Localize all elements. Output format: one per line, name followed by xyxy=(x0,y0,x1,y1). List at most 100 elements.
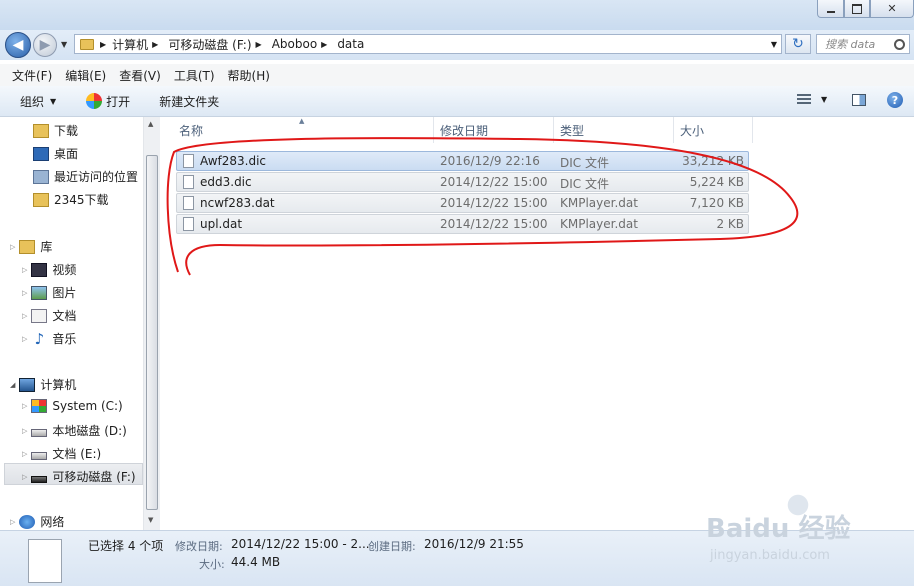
desktop-icon xyxy=(33,146,49,161)
file-name: upl.dat xyxy=(200,217,243,231)
file-type: KMPlayer.dat xyxy=(560,196,638,210)
nav-item-desktop[interactable]: 桌面 xyxy=(33,145,78,162)
expand-icon: ▷ xyxy=(22,402,28,410)
file-modified: 2014/12/22 15:00 xyxy=(440,196,548,210)
baidu-watermark: Baidu 经验 jingyan.baidu.com xyxy=(696,488,908,578)
view-list-icon xyxy=(797,94,811,105)
file-row[interactable]: Awf283.dic 2016/12/9 22:16 DIC 文件 33,212… xyxy=(176,151,749,171)
file-row[interactable]: ncwf283.dat 2014/12/22 15:00 KMPlayer.da… xyxy=(176,193,749,213)
created-value: 2016/12/9 21:55 xyxy=(424,537,524,551)
organize-button[interactable]: 组织 ▼ xyxy=(20,93,56,110)
chevron-down-icon: ▼ xyxy=(821,95,828,104)
menu-help[interactable]: 帮助(H) xyxy=(228,67,270,84)
file-type: DIC 文件 xyxy=(560,156,609,170)
expand-icon: ▷ xyxy=(22,334,28,343)
created-label: 创建日期: xyxy=(368,540,416,553)
downloads-folder-icon xyxy=(33,123,49,138)
file-row[interactable]: upl.dat 2014/12/22 15:00 KMPlayer.dat 2 … xyxy=(176,214,749,234)
nav-item-videos[interactable]: ▷ 视频 xyxy=(22,261,76,278)
nav-item-music[interactable]: ▷ ♪ 音乐 xyxy=(22,330,76,347)
file-size: 2 KB xyxy=(716,217,744,231)
breadcrumb-separator-icon: ▶ xyxy=(100,39,107,49)
breadcrumb-computer[interactable]: 计算机 ▶ xyxy=(112,36,164,53)
computer-icon xyxy=(19,377,36,392)
help-button[interactable]: ? xyxy=(887,92,903,108)
back-button[interactable]: ◀ xyxy=(5,32,31,58)
file-size: 7,120 KB xyxy=(689,196,744,210)
expand-icon: ▷ xyxy=(10,517,16,526)
breadcrumb-aboboo[interactable]: Aboboo ▶ xyxy=(272,37,334,51)
nav-item-documents[interactable]: ▷ 文档 xyxy=(22,307,76,324)
watermark-brand: Baidu 经验 xyxy=(706,514,851,544)
file-name: edd3.dic xyxy=(200,175,252,189)
kmplayer-icon xyxy=(86,93,103,109)
breadcrumb-data[interactable]: data xyxy=(337,37,364,51)
search-icon xyxy=(894,38,905,50)
refresh-button[interactable]: ↻ xyxy=(785,34,811,54)
nav-item-recent-places[interactable]: 最近访问的位置 xyxy=(33,168,138,185)
removable-drive-icon xyxy=(31,475,48,483)
menu-file[interactable]: 文件(F) xyxy=(12,67,52,84)
close-button[interactable]: ✕ xyxy=(870,0,914,18)
nav-item-drive-d[interactable]: ▷ 本地磁盘 (D:) xyxy=(22,422,127,439)
file-row[interactable]: edd3.dic 2014/12/22 15:00 DIC 文件 5,224 K… xyxy=(176,172,749,192)
nav-item-libraries[interactable]: ▷ 库 xyxy=(10,238,52,255)
column-header-size[interactable]: 大小 xyxy=(674,117,753,143)
search-placeholder: 搜索 data xyxy=(825,38,876,51)
expand-icon: ▷ xyxy=(22,472,28,481)
preview-pane-button[interactable] xyxy=(852,94,866,106)
help-icon: ? xyxy=(891,93,899,107)
pictures-library-icon xyxy=(31,285,48,300)
file-icon xyxy=(183,154,194,168)
navigation-scrollbar[interactable]: ▲ ▼ xyxy=(143,117,160,530)
hard-drive-icon xyxy=(31,428,48,437)
close-icon: ✕ xyxy=(887,2,897,15)
menu-edit[interactable]: 编辑(E) xyxy=(65,67,106,84)
watermark-url: jingyan.baidu.com xyxy=(710,548,830,563)
nav-item-pictures[interactable]: ▷ 图片 xyxy=(22,284,76,301)
expand-icon: ▷ xyxy=(22,265,28,274)
file-modified: 2014/12/22 15:00 xyxy=(440,217,548,231)
address-history-dropdown[interactable]: ▼ xyxy=(771,40,777,49)
recent-places-icon xyxy=(33,169,49,184)
nav-item-network[interactable]: ▷ 网络 xyxy=(10,513,64,530)
menu-bar: 文件(F) 编辑(E) 查看(V) 工具(T) 帮助(H) xyxy=(0,64,914,86)
chevron-down-icon: ▼ xyxy=(770,39,777,49)
column-header-modified[interactable]: 修改日期 xyxy=(434,117,554,143)
file-size: 5,224 KB xyxy=(689,175,744,189)
forward-button[interactable]: ▶ xyxy=(33,33,57,57)
breadcrumb-removable-disk[interactable]: 可移动磁盘 (F:) ▶ xyxy=(168,36,267,53)
nav-item-drive-f[interactable]: ▷ 可移动磁盘 (F:) xyxy=(22,468,136,485)
search-input[interactable]: 搜索 data xyxy=(816,34,910,54)
breadcrumb-separator-icon: ▶ xyxy=(255,39,262,49)
video-library-icon xyxy=(31,262,48,277)
nav-item-computer[interactable]: ◢ 计算机 xyxy=(10,376,76,393)
address-input[interactable]: ▶ 计算机 ▶ 可移动磁盘 (F:) ▶ Aboboo ▶ data ▼ xyxy=(74,34,782,54)
column-header-type[interactable]: 类型 xyxy=(554,117,674,143)
nav-item-downloads[interactable]: 下载 xyxy=(33,122,78,139)
expand-icon: ▷ xyxy=(22,426,28,435)
recent-pages-dropdown[interactable]: ▼ xyxy=(61,40,67,49)
menu-view[interactable]: 查看(V) xyxy=(119,67,161,84)
network-icon xyxy=(19,514,36,529)
folder-icon xyxy=(33,192,49,207)
arrow-left-icon: ◀ xyxy=(12,37,24,53)
documents-library-icon xyxy=(31,308,48,323)
nav-item-drive-c[interactable]: ▷ System (C:) xyxy=(22,399,123,413)
chevron-down-icon: ▼ xyxy=(50,96,57,106)
expand-icon: ◢ xyxy=(10,380,16,389)
nav-item-2345-downloads[interactable]: 2345下载 xyxy=(33,191,109,208)
maximize-button[interactable] xyxy=(844,0,870,18)
column-header-name[interactable]: 名称 xyxy=(160,117,434,143)
file-modified: 2016/12/9 22:16 xyxy=(440,154,540,168)
scrollbar-thumb[interactable] xyxy=(146,155,158,510)
view-options-button[interactable]: ▼ xyxy=(797,94,827,105)
command-bar: 组织 ▼ 打开 新建文件夹 ▼ ? xyxy=(0,86,914,117)
file-type: DIC 文件 xyxy=(560,177,609,191)
new-folder-button[interactable]: 新建文件夹 xyxy=(159,93,219,110)
nav-item-drive-e[interactable]: ▷ 文档 (E:) xyxy=(22,445,101,462)
minimize-button[interactable] xyxy=(817,0,844,18)
open-button[interactable]: 打开 xyxy=(86,93,130,110)
menu-tools[interactable]: 工具(T) xyxy=(174,67,215,84)
file-list: ▲ 名称 修改日期 类型 大小 Awf283.dic 2016/12/9 22:… xyxy=(160,117,914,530)
